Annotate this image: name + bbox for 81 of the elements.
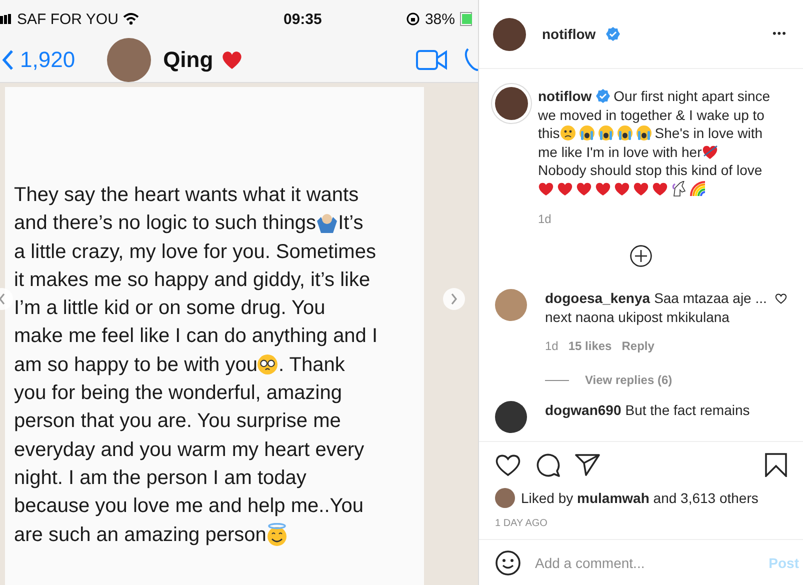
crying-face-icon	[598, 125, 614, 142]
username-link[interactable]: dogoesa_kenya	[545, 290, 650, 306]
back-button[interactable]: 1,920	[0, 47, 76, 73]
emoji-icon[interactable]	[495, 550, 521, 576]
message-text: person that you are. You surprise me	[14, 409, 341, 434]
verified-badge-icon	[596, 89, 610, 104]
message-text: it makes me so happy and giddy, it’s like	[14, 268, 370, 293]
chevron-left-icon	[2, 49, 14, 71]
likes-text: Liked by mulamwah and 3,613 others	[521, 490, 758, 506]
username-link[interactable]: notiflow	[542, 26, 596, 42]
profile-avatar[interactable]	[495, 87, 528, 120]
caption-age: 1d	[538, 212, 552, 226]
message-text: are such an amazing person	[14, 522, 266, 548]
message-text: I’m a little kid or on some drug. You	[14, 296, 326, 322]
message-text: make me feel like I can do anything and I	[14, 324, 378, 350]
heart-icon	[538, 181, 554, 196]
heart-icon	[633, 181, 649, 196]
rainbow-icon	[690, 180, 706, 197]
liker-avatar[interactable]	[495, 488, 515, 508]
contact-name: Qing	[163, 47, 214, 73]
load-more-comments-button[interactable]	[630, 245, 652, 267]
profile-avatar[interactable]	[493, 18, 526, 50]
message-text: and there’s no logic to such things	[14, 211, 316, 236]
caption-text: this	[538, 125, 560, 142]
comment-icon[interactable]	[535, 452, 561, 478]
username-link[interactable]: notiflow	[538, 88, 592, 104]
shrug-emoji-icon	[316, 213, 338, 234]
share-icon[interactable]	[575, 453, 601, 477]
frowning-face-icon	[560, 125, 576, 142]
contact-avatar[interactable]	[107, 38, 152, 82]
next-button[interactable]	[443, 288, 465, 310]
signal-icon	[0, 14, 12, 24]
like-comment-icon[interactable]	[775, 293, 787, 304]
message-text: a little crazy, my love for you. Sometimes	[14, 240, 376, 265]
battery-icon	[460, 12, 472, 26]
video-call-icon[interactable]	[416, 49, 448, 71]
battery-percent: 38%	[424, 10, 455, 28]
caption-text: me like I'm in love with her	[538, 144, 702, 160]
heart-icon	[576, 181, 592, 196]
clock-time: 09:35	[284, 10, 322, 28]
carrier-name: SAF FOR YOU	[17, 10, 118, 28]
verified-badge-icon	[606, 27, 620, 41]
chevron-right-icon	[450, 293, 458, 305]
wifi-icon	[123, 13, 140, 25]
pleading-face-icon	[257, 354, 278, 376]
message-text: everyday and you warm my heart every	[14, 438, 364, 463]
heart-icon	[595, 181, 611, 196]
caption-text: we moved in together & I wake up to	[538, 106, 764, 123]
crying-face-icon	[578, 125, 595, 142]
chevron-left-icon	[0, 293, 6, 305]
halo-smile-icon	[266, 522, 288, 547]
message-text: It’s	[338, 211, 364, 236]
heart-icon	[221, 50, 244, 70]
caption-text: She's in love with	[654, 125, 763, 142]
message-text: because you love me and help me..You	[14, 494, 364, 520]
message-text: am so happy to be with you	[14, 352, 258, 378]
comment-text: Saa mtazaa aje ...	[654, 290, 767, 306]
commenter-avatar[interactable]	[495, 401, 527, 433]
phone-call-icon[interactable]	[464, 47, 478, 73]
message-text: you for being the wonderful, amazing	[14, 381, 342, 406]
comment-age: 1d	[545, 339, 558, 353]
crying-face-icon	[636, 125, 652, 142]
caption-text: Nobody should stop this kind of love	[538, 162, 762, 178]
caption-text: Our first night apart since	[614, 88, 770, 104]
message-text: They say the heart wants what it wants	[14, 183, 359, 208]
comment-text: But the fact remains	[625, 402, 750, 418]
bookmark-icon[interactable]	[765, 453, 787, 477]
unicorn-icon	[671, 180, 687, 197]
username-link[interactable]: dogwan690	[545, 402, 622, 418]
rotation-lock-icon	[406, 12, 420, 26]
message-text: . Thank	[278, 352, 345, 378]
crying-face-icon	[616, 125, 633, 142]
heart-arrow-icon	[702, 144, 718, 160]
post-date: 1 DAY AGO	[494, 517, 548, 531]
heart-icon	[652, 181, 668, 196]
comment-text: next naona ukipost mkikulana	[545, 308, 730, 325]
message-text: night. I am the person I am today	[14, 466, 306, 491]
heart-icon	[614, 181, 630, 196]
like-icon[interactable]	[495, 453, 521, 477]
more-options-button[interactable]: •••	[772, 28, 787, 40]
heart-icon	[557, 181, 573, 196]
